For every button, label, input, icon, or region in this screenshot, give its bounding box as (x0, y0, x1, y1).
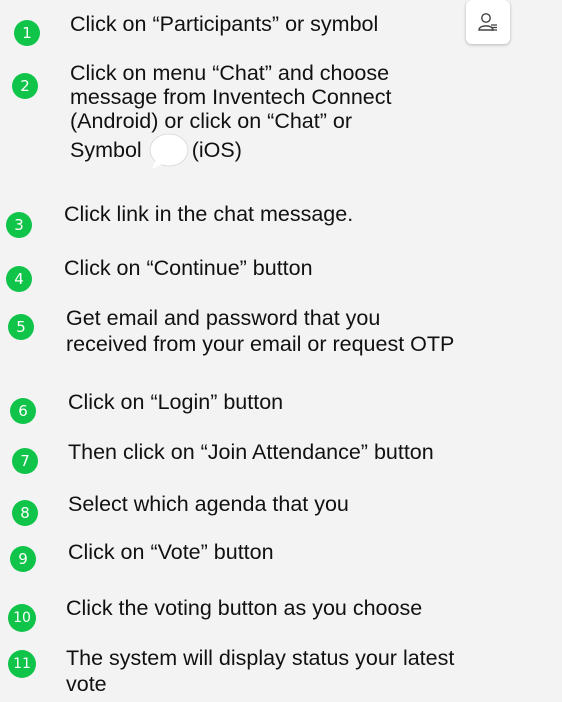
step-number-badge: 4 (6, 266, 32, 292)
step-text-line-2: received from your email or request OTP (66, 332, 455, 356)
step-number-badge: 7 (12, 448, 38, 474)
step-text-line-1: Click on menu “Chat” and choose (70, 61, 390, 85)
step-text-line-2: vote (66, 672, 107, 696)
step-text: Click on “Login” button (68, 390, 284, 414)
participants-icon (478, 13, 497, 31)
step-number-badge: 2 (12, 73, 38, 99)
step-text: Then click on “Join Attendance” button (68, 440, 434, 464)
step-number-badge: 11 (8, 650, 36, 678)
step-number-badge: 10 (8, 604, 36, 632)
step-number-badge: 1 (14, 20, 40, 46)
step-text-line-1: Get email and password that you (66, 306, 381, 330)
step-number-badge: 3 (6, 212, 32, 238)
step-text-line-3: (Android) or click on “Chat” or (70, 109, 352, 133)
step-number-badge: 5 (8, 314, 34, 340)
step-number-badge: 8 (12, 500, 38, 526)
step-text: Click link in the chat message. (64, 202, 354, 226)
step-text-line-4: Symbol (iOS) (70, 133, 242, 171)
step-text: Click the voting button as you choose (66, 596, 423, 620)
step-text-line-1: The system will display status your late… (66, 646, 455, 670)
symbol-label: Symbol (70, 138, 142, 162)
step-text-line-2: message from Inventech Connect (70, 85, 392, 109)
chat-bubble-icon (148, 133, 190, 171)
step-number-badge: 6 (10, 398, 36, 424)
participants-symbol-box (466, 0, 510, 44)
step-text: Click on “Vote” button (68, 540, 274, 564)
step-text: Click on “Continue” button (64, 256, 313, 280)
step-text: Click on “Participants” or symbol (70, 12, 379, 36)
ios-label: (iOS) (191, 138, 242, 162)
step-number-badge: 9 (10, 546, 36, 572)
step-text: Select which agenda that you (68, 492, 349, 516)
